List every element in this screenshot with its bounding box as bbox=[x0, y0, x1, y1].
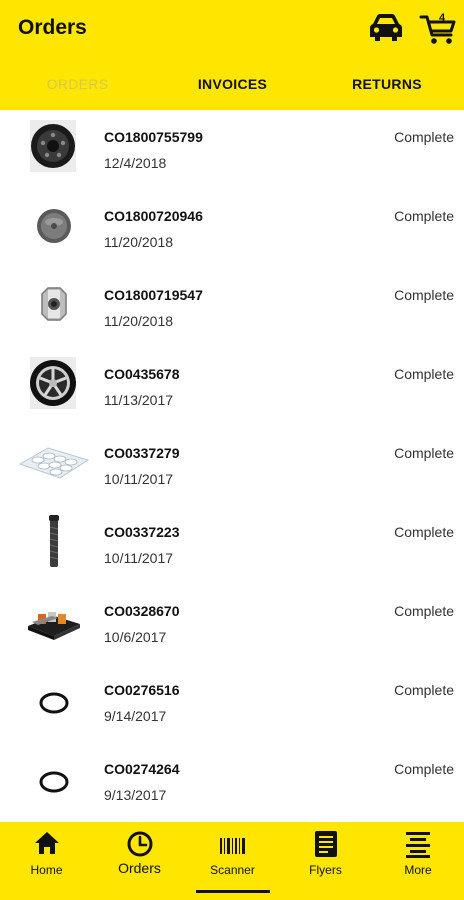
o-ring-thumbnail bbox=[18, 671, 90, 727]
order-number: CO1800719547 bbox=[104, 287, 203, 303]
order-row[interactable]: CO1800755799 12/4/2018 Complete bbox=[0, 110, 464, 189]
order-date: 9/13/2017 bbox=[104, 787, 167, 803]
order-status: Complete bbox=[394, 129, 454, 145]
tab-bar: ORDERS INVOICES RETURNS bbox=[0, 60, 464, 110]
nav-home[interactable]: Home bbox=[0, 822, 93, 900]
o-ring-thumbnail bbox=[18, 750, 90, 806]
order-number: CO1800720946 bbox=[104, 208, 203, 224]
clock-icon bbox=[127, 831, 152, 857]
car-icon bbox=[370, 14, 402, 41]
hub-cap-thumbnail bbox=[18, 197, 90, 253]
nav-more-label: More bbox=[404, 863, 432, 877]
order-row[interactable]: CO0337279 10/11/2017 Complete bbox=[0, 426, 464, 505]
order-status: Complete bbox=[394, 445, 454, 461]
nav-orders-label: Orders bbox=[118, 860, 161, 876]
order-row[interactable]: CO0435678 11/13/2017 Complete bbox=[0, 347, 464, 426]
order-number: CO0276516 bbox=[104, 682, 180, 698]
order-row[interactable]: CO0276516 9/14/2017 Complete bbox=[0, 663, 464, 742]
steel-wheel-thumbnail bbox=[18, 118, 90, 174]
app-bar: Orders 4 ORDERS INVOICES RETURNS bbox=[0, 0, 464, 110]
car-button[interactable] bbox=[366, 10, 406, 46]
order-status: Complete bbox=[394, 287, 454, 303]
order-status: Complete bbox=[394, 208, 454, 224]
nav-scanner[interactable]: Scanner bbox=[186, 822, 279, 900]
order-date: 11/20/2018 bbox=[104, 313, 174, 329]
active-indicator bbox=[196, 890, 270, 893]
nav-flyers-label: Flyers bbox=[309, 863, 342, 877]
menu-icon bbox=[406, 832, 430, 858]
order-date: 12/4/2018 bbox=[104, 155, 167, 171]
barcode-icon bbox=[219, 838, 245, 854]
order-date: 9/14/2017 bbox=[104, 708, 167, 724]
nav-orders[interactable]: Orders bbox=[93, 822, 186, 900]
flyer-icon bbox=[314, 831, 337, 857]
order-number: CO0337279 bbox=[104, 445, 180, 461]
order-status: Complete bbox=[394, 682, 454, 698]
nav-home-label: Home bbox=[30, 863, 63, 877]
order-status: Complete bbox=[394, 524, 454, 540]
pads-sheet-thumbnail bbox=[18, 434, 90, 490]
order-date: 10/6/2017 bbox=[104, 629, 167, 645]
nav-flyers[interactable]: Flyers bbox=[279, 822, 372, 900]
order-date: 11/20/2018 bbox=[104, 234, 174, 250]
page-title: Orders bbox=[18, 16, 87, 39]
order-number: CO1800755799 bbox=[104, 129, 203, 145]
lug-nut-thumbnail bbox=[18, 276, 90, 332]
tab-orders[interactable]: ORDERS bbox=[0, 60, 155, 108]
nav-more[interactable]: More bbox=[372, 822, 464, 900]
order-number: CO0328670 bbox=[104, 603, 180, 619]
order-row[interactable]: CO1800720946 11/20/2018 Complete bbox=[0, 189, 464, 268]
order-status: Complete bbox=[394, 366, 454, 382]
order-number: CO0274264 bbox=[104, 761, 180, 777]
order-row[interactable]: CO0274264 9/13/2017 Complete bbox=[0, 742, 464, 821]
orders-list: CO1800755799 12/4/2018 Complete CO180072… bbox=[0, 110, 464, 822]
alloy-wheel-thumbnail bbox=[18, 355, 90, 411]
order-row[interactable]: CO0337223 10/11/2017 Complete bbox=[0, 505, 464, 584]
cart-button[interactable] bbox=[418, 10, 458, 46]
tab-returns[interactable]: RETURNS bbox=[310, 60, 464, 108]
order-number: CO0435678 bbox=[104, 366, 180, 382]
order-status: Complete bbox=[394, 603, 454, 619]
order-status: Complete bbox=[394, 761, 454, 777]
order-date: 10/11/2017 bbox=[104, 550, 174, 566]
order-number: CO0337223 bbox=[104, 524, 180, 540]
parts-kit-thumbnail bbox=[18, 592, 90, 648]
cart-icon bbox=[419, 15, 456, 44]
tab-invoices[interactable]: INVOICES bbox=[155, 60, 310, 108]
home-icon bbox=[34, 832, 59, 854]
wheel-stud-thumbnail bbox=[18, 513, 90, 569]
order-row[interactable]: CO0328670 10/6/2017 Complete bbox=[0, 584, 464, 663]
order-date: 10/11/2017 bbox=[104, 471, 174, 487]
cart-count-badge: 4 bbox=[439, 12, 446, 24]
bottom-navigation: Home Orders Scanner Flyers More bbox=[0, 822, 464, 900]
order-date: 11/13/2017 bbox=[104, 392, 174, 408]
nav-scanner-label: Scanner bbox=[210, 863, 255, 877]
order-row[interactable]: CO1800719547 11/20/2018 Complete bbox=[0, 268, 464, 347]
